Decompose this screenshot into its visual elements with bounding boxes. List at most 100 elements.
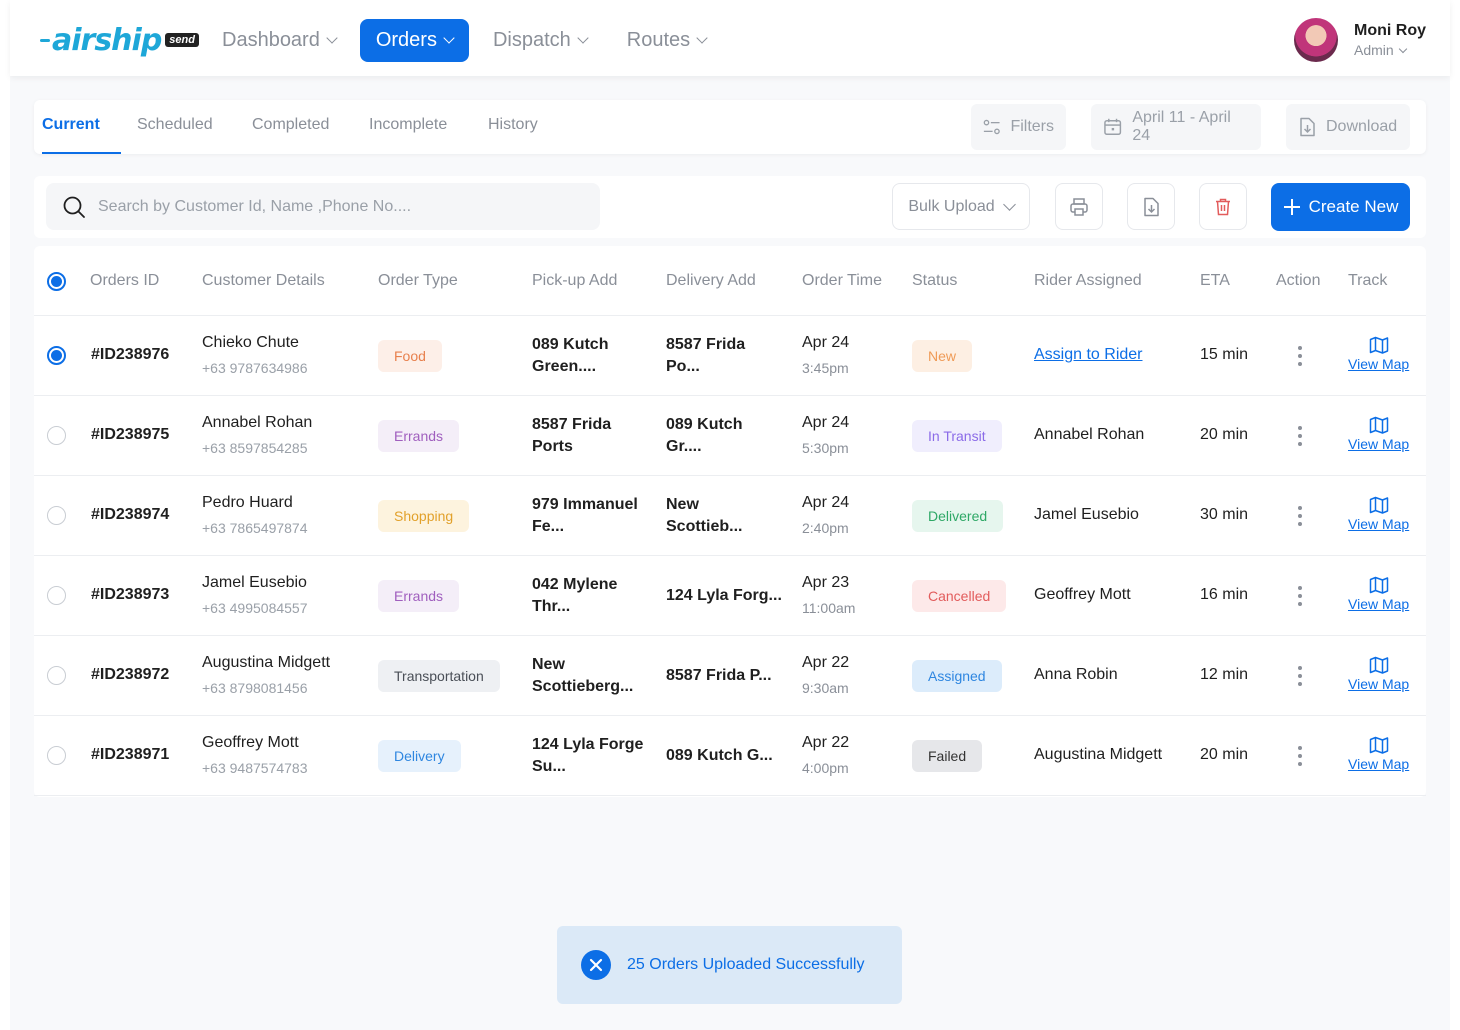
status-badge: Failed: [912, 740, 983, 772]
view-map-link[interactable]: View Map: [1348, 496, 1409, 532]
nav-dispatch[interactable]: Dispatch: [477, 19, 603, 62]
create-new-button[interactable]: Create New: [1271, 183, 1410, 231]
order-id[interactable]: #ID238976: [91, 346, 169, 364]
pickup-address: 8587 Frida Ports: [532, 414, 611, 458]
pickup-address: 042 Mylene Thr...: [532, 574, 617, 618]
kebab-dot: [1298, 682, 1302, 686]
more-actions-button[interactable]: [1296, 666, 1304, 686]
col-track[interactable]: Track: [1348, 272, 1387, 290]
pickup-line-2: Thr...: [532, 598, 571, 615]
customer-name: Chieko Chute: [202, 334, 299, 351]
bulk-upload-dropdown[interactable]: Bulk Upload: [892, 183, 1030, 230]
table-row[interactable]: #ID238974 Pedro Huard +63 7865497874 Sho…: [34, 476, 1426, 556]
select-all-radio[interactable]: [47, 272, 66, 291]
row-select-radio[interactable]: [47, 746, 66, 765]
table-row[interactable]: #ID238976 Chieko Chute +63 9787634986 Fo…: [34, 316, 1426, 396]
kebab-dot: [1298, 514, 1302, 518]
map-icon: [1369, 656, 1388, 674]
more-actions-button[interactable]: [1296, 506, 1304, 526]
table-row[interactable]: #ID238971 Geoffrey Mott +63 9487574783 D…: [34, 716, 1426, 796]
more-actions-button[interactable]: [1296, 746, 1304, 766]
col-orders-id[interactable]: Orders ID: [90, 272, 159, 290]
assign-rider-link[interactable]: Assign to Rider: [1034, 346, 1143, 364]
eta-value: 20 min: [1200, 746, 1249, 763]
col-pickup-add[interactable]: Pick-up Add: [532, 272, 617, 290]
tab-incomplete[interactable]: Incomplete: [369, 100, 447, 154]
delivery-address: New Scottieb...: [666, 494, 742, 538]
search-input[interactable]: [98, 197, 578, 216]
col-status[interactable]: Status: [912, 272, 957, 290]
logo-text: airship: [52, 22, 162, 58]
print-button[interactable]: [1055, 183, 1103, 230]
order-type-badge: Delivery: [378, 740, 461, 772]
printer-icon: [1070, 197, 1088, 216]
table-row[interactable]: #ID238975 Annabel Rohan +63 8597854285 E…: [34, 396, 1426, 476]
download-file-icon: [1300, 117, 1315, 137]
delivery-line-1: 124 Lyla Forg...: [666, 587, 782, 604]
view-map-link[interactable]: View Map: [1348, 576, 1409, 612]
row-select-radio[interactable]: [47, 426, 66, 445]
delivery-address: 089 Kutch Gr....: [666, 414, 742, 458]
col-rider-assigned[interactable]: Rider Assigned: [1034, 272, 1142, 290]
nav-orders[interactable]: Orders: [359, 19, 469, 62]
tab-history[interactable]: History: [488, 100, 538, 154]
delete-button[interactable]: [1199, 183, 1247, 230]
col-action[interactable]: Action: [1276, 272, 1320, 290]
pickup-line-1: 8587 Frida: [532, 416, 612, 433]
avatar: [1294, 18, 1338, 62]
table-row[interactable]: #ID238973 Jamel Eusebio +63 4995084557 E…: [34, 556, 1426, 636]
order-id[interactable]: #ID238972: [91, 666, 169, 684]
chevron-down-icon: [1002, 197, 1016, 211]
customer-name: Pedro Huard: [202, 494, 293, 511]
more-actions-button[interactable]: [1296, 346, 1304, 366]
order-id[interactable]: #ID238975: [91, 426, 169, 444]
col-eta[interactable]: ETA: [1200, 272, 1230, 290]
nav-routes[interactable]: Routes: [611, 19, 722, 62]
airship-logo[interactable]: airship send: [40, 22, 199, 58]
order-tabs-bar: Current Scheduled Completed Incomplete H…: [34, 100, 1426, 154]
tab-current[interactable]: Current: [42, 100, 121, 154]
kebab-dot: [1298, 674, 1302, 678]
order-id[interactable]: #ID238974: [91, 506, 169, 524]
order-date: Apr 23: [802, 574, 850, 591]
row-select-radio[interactable]: [47, 586, 66, 605]
order-type-badge: Transportation: [378, 660, 500, 692]
order-type-badge: Errands: [378, 420, 460, 452]
col-order-time[interactable]: Order Time: [802, 272, 882, 290]
view-map-link[interactable]: View Map: [1348, 736, 1409, 772]
col-customer-details[interactable]: Customer Details: [202, 272, 325, 290]
view-map-label: View Map: [1348, 596, 1410, 612]
rider-name: Augustina Midgett: [1034, 746, 1163, 763]
col-delivery-add[interactable]: Delivery Add: [666, 272, 756, 290]
row-select-radio[interactable]: [47, 666, 66, 685]
close-toast-button[interactable]: [581, 950, 611, 980]
view-map-link[interactable]: View Map: [1348, 656, 1409, 692]
view-map-link[interactable]: View Map: [1348, 416, 1409, 452]
rider-name: Annabel Rohan: [1034, 426, 1145, 443]
filters-button[interactable]: Filters: [971, 104, 1066, 150]
col-order-type[interactable]: Order Type: [378, 272, 458, 290]
eta-value: 16 min: [1200, 586, 1249, 603]
order-time: Apr 24 2:40pm: [802, 494, 849, 536]
kebab-dot: [1298, 434, 1302, 438]
customer-details: Geoffrey Mott +63 9487574783: [202, 734, 308, 776]
tab-completed[interactable]: Completed: [252, 100, 329, 154]
user-menu[interactable]: Moni Roy Admin: [1294, 18, 1426, 62]
more-actions-button[interactable]: [1296, 426, 1304, 446]
view-map-link[interactable]: View Map: [1348, 336, 1409, 372]
order-id[interactable]: #ID238973: [91, 586, 169, 604]
kebab-dot: [1298, 442, 1302, 446]
tab-scheduled[interactable]: Scheduled: [137, 100, 213, 154]
plus-icon: [1283, 199, 1300, 215]
more-actions-button[interactable]: [1296, 586, 1304, 606]
kebab-dot: [1298, 602, 1302, 606]
table-row[interactable]: #ID238972 Augustina Midgett +63 87980814…: [34, 636, 1426, 716]
row-select-radio[interactable]: [47, 346, 66, 365]
date-range-picker[interactable]: April 11 - April 24: [1091, 104, 1261, 150]
export-button[interactable]: [1127, 183, 1175, 230]
order-id[interactable]: #ID238971: [91, 746, 169, 764]
row-select-radio[interactable]: [47, 506, 66, 525]
nav-dashboard[interactable]: Dashboard: [206, 19, 352, 62]
download-button[interactable]: Download: [1286, 104, 1410, 150]
pickup-line-1: New: [532, 656, 565, 673]
